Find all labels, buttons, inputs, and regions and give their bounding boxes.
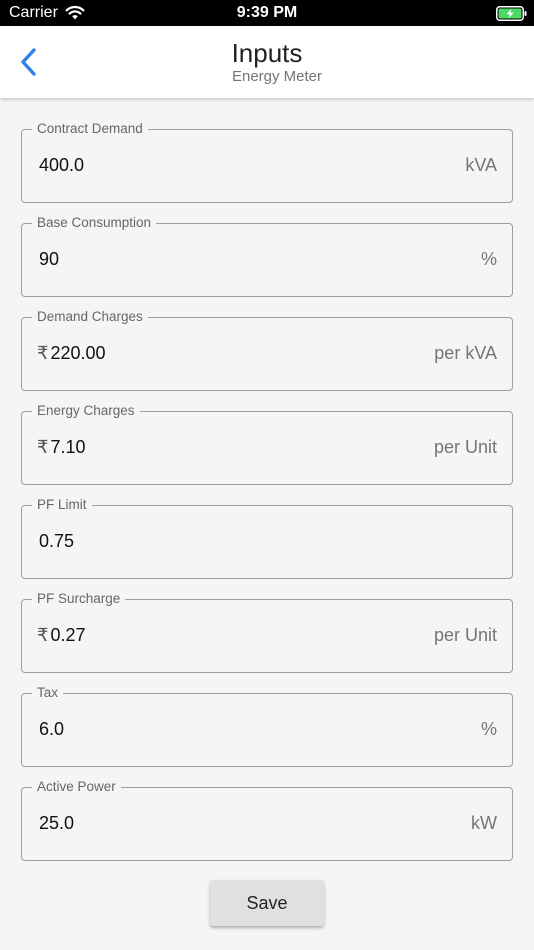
active-power-unit: kW bbox=[471, 813, 497, 833]
tax-field[interactable]: Tax 6.0 % bbox=[21, 684, 513, 767]
active-power-label: Active Power bbox=[32, 778, 121, 796]
page-titles: Inputs Energy Meter bbox=[0, 38, 534, 86]
rupee-symbol: ₹ bbox=[37, 437, 49, 457]
battery-charging-icon bbox=[496, 6, 527, 21]
pf-surcharge-label: PF Surcharge bbox=[32, 590, 126, 608]
pf-limit-value[interactable]: 0.75 bbox=[37, 530, 74, 552]
pf-limit-label: PF Limit bbox=[32, 496, 92, 514]
page-title: Inputs bbox=[231, 38, 303, 68]
app-bar: Inputs Energy Meter bbox=[0, 26, 534, 98]
demand-charges-value[interactable]: ₹220.00 bbox=[37, 342, 106, 364]
pf-limit-input[interactable]: 0.75 bbox=[39, 531, 74, 551]
energy-charges-input[interactable]: 7.10 bbox=[50, 437, 85, 457]
contract-demand-unit: kVA bbox=[465, 155, 497, 175]
pf-surcharge-input[interactable]: 0.27 bbox=[50, 625, 85, 645]
rupee-symbol: ₹ bbox=[37, 625, 49, 645]
active-power-field[interactable]: Active Power 25.0 kW bbox=[21, 778, 513, 861]
save-button[interactable]: Save bbox=[210, 880, 324, 926]
status-time: 9:39 PM bbox=[236, 4, 298, 21]
tax-unit: % bbox=[480, 719, 497, 739]
demand-charges-label: Demand Charges bbox=[32, 308, 148, 326]
energy-charges-value[interactable]: ₹7.10 bbox=[37, 436, 86, 458]
tax-input[interactable]: 6.0 bbox=[39, 719, 64, 739]
pf-surcharge-unit: per Unit bbox=[433, 625, 497, 645]
energy-charges-field[interactable]: Energy Charges ₹7.10 per Unit bbox=[21, 402, 513, 485]
page-subtitle: Energy Meter bbox=[231, 68, 323, 85]
demand-charges-field[interactable]: Demand Charges ₹220.00 per kVA bbox=[21, 308, 513, 391]
tax-value[interactable]: 6.0 bbox=[37, 718, 64, 740]
contract-demand-label: Contract Demand bbox=[32, 120, 148, 138]
demand-charges-unit: per kVA bbox=[434, 343, 497, 363]
contract-demand-value[interactable]: 400.0 bbox=[37, 154, 84, 176]
demand-charges-input[interactable]: 220.00 bbox=[50, 343, 105, 363]
energy-charges-unit: per Unit bbox=[433, 437, 497, 457]
contract-demand-input[interactable]: 400.0 bbox=[39, 155, 84, 175]
rupee-symbol: ₹ bbox=[37, 343, 49, 363]
active-power-value[interactable]: 25.0 bbox=[37, 812, 74, 834]
active-power-input[interactable]: 25.0 bbox=[39, 813, 74, 833]
pf-surcharge-value[interactable]: ₹0.27 bbox=[37, 624, 86, 646]
energy-charges-label: Energy Charges bbox=[32, 402, 140, 420]
base-consumption-field[interactable]: Base Consumption 90 % bbox=[21, 214, 513, 297]
base-consumption-unit: % bbox=[480, 249, 497, 269]
pf-surcharge-field[interactable]: PF Surcharge ₹0.27 per Unit bbox=[21, 590, 513, 673]
base-consumption-label: Base Consumption bbox=[32, 214, 157, 232]
base-consumption-input[interactable]: 90 bbox=[39, 249, 59, 269]
pf-limit-field[interactable]: PF Limit 0.75 bbox=[21, 496, 513, 579]
base-consumption-value[interactable]: 90 bbox=[37, 248, 59, 270]
contract-demand-field[interactable]: Contract Demand 400.0 kVA bbox=[21, 120, 513, 203]
status-bar: Carrier 9:39 PM bbox=[0, 0, 534, 26]
tax-label: Tax bbox=[32, 684, 64, 702]
